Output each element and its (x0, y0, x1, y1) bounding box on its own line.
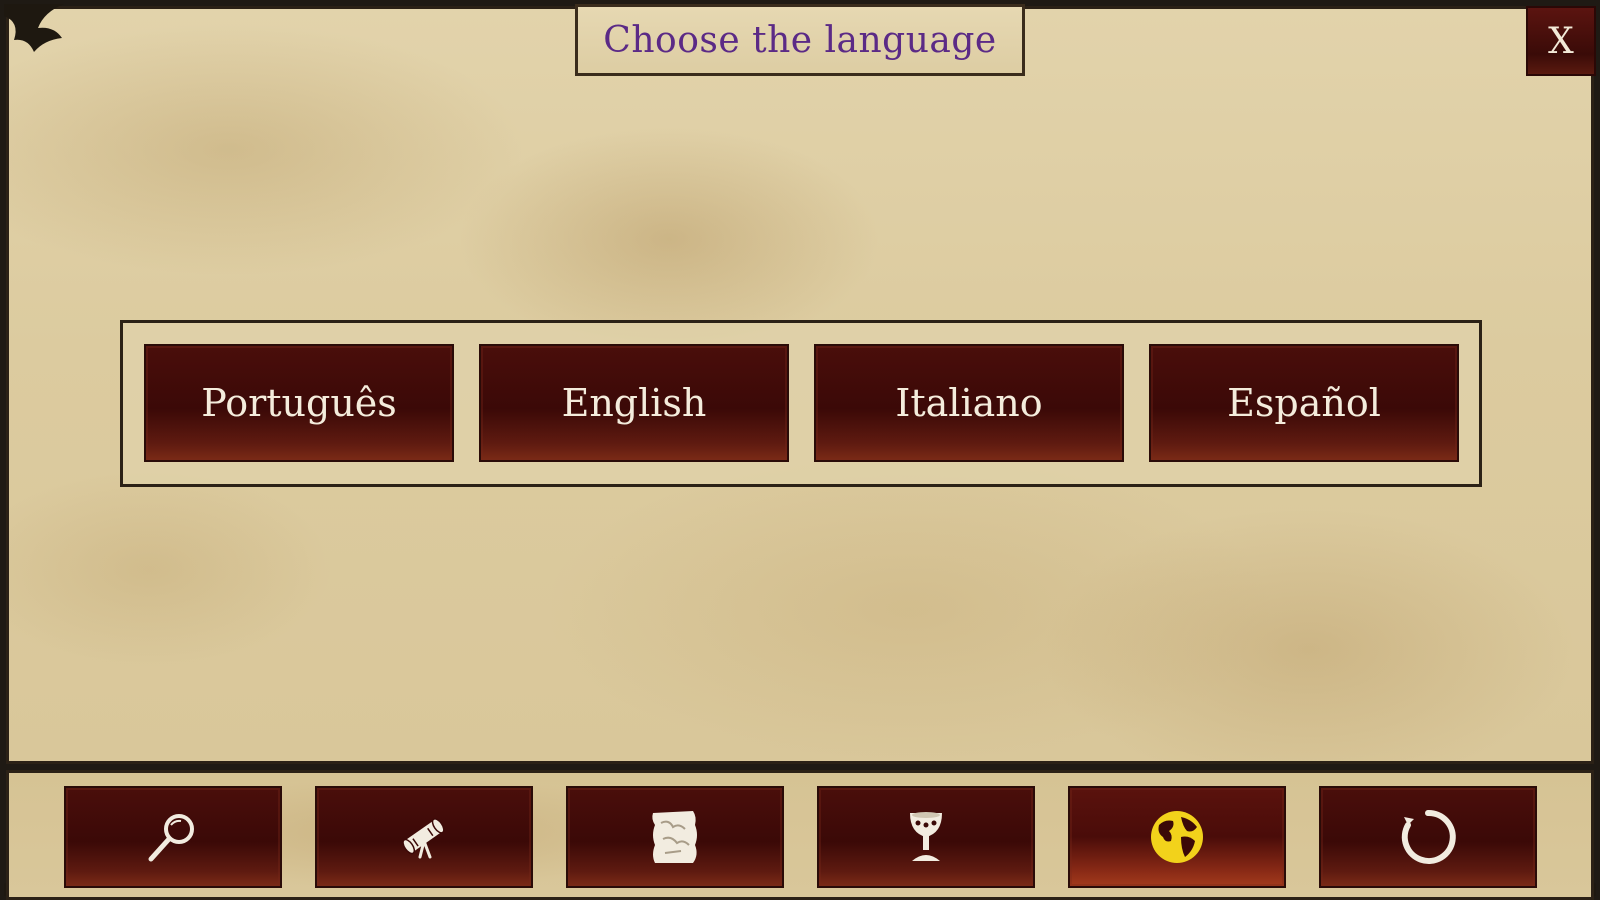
map-icon (652, 811, 697, 863)
scroll-icon (402, 818, 445, 859)
game-screen: Choose the language X Português English … (0, 0, 1600, 900)
dialog-title: Choose the language (603, 19, 997, 61)
nav-button-ouroboros[interactable] (1319, 786, 1537, 888)
corner-ornament-icon (4, 4, 64, 52)
globe-icon (1151, 811, 1203, 863)
chalice-icon (910, 812, 942, 861)
nav-button-chalice[interactable] (817, 786, 1035, 888)
language-label: Português (201, 381, 397, 425)
dialog-title-box: Choose the language (575, 4, 1025, 76)
nav-button-language[interactable] (1068, 786, 1286, 888)
nav-button-search[interactable] (64, 786, 282, 888)
ouroboros-icon (1401, 809, 1456, 864)
magnifier-icon (148, 814, 194, 862)
nav-button-map[interactable] (566, 786, 784, 888)
language-button-english[interactable]: English (479, 344, 789, 462)
close-icon: X (1548, 20, 1574, 62)
language-button-spanish[interactable]: Español (1149, 344, 1459, 462)
nav-button-scroll[interactable] (315, 786, 533, 888)
close-button[interactable]: X (1526, 6, 1596, 76)
language-label: Español (1227, 381, 1381, 425)
language-button-italian[interactable]: Italiano (814, 344, 1124, 462)
language-button-portuguese[interactable]: Português (144, 344, 454, 462)
language-label: English (561, 381, 707, 425)
language-label: Italiano (895, 381, 1043, 425)
